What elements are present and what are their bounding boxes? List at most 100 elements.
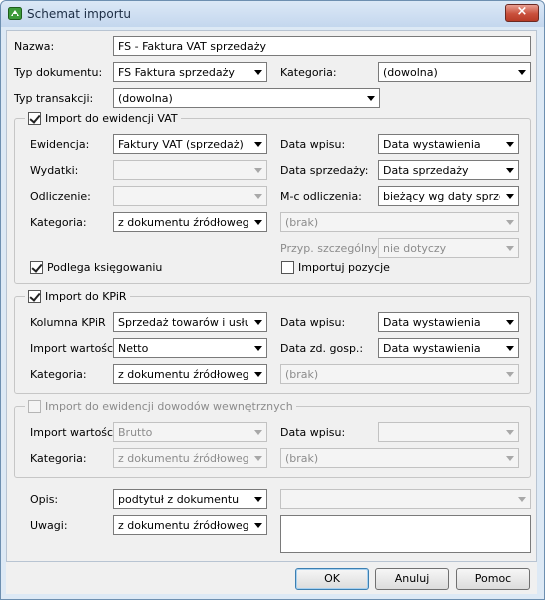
- title-bar[interactable]: Schemat importu ×: [1, 1, 544, 27]
- nazwa-value: FS - Faktura VAT sprzedaży: [118, 40, 267, 53]
- odliczenie-select[interactable]: [113, 186, 267, 206]
- data-zd-gosp-label: Data zd. gosp.:: [280, 342, 364, 355]
- ewidencja-label: Ewidencja:: [30, 138, 90, 151]
- vat-data-wpisu-label: Data wpisu:: [280, 138, 346, 151]
- kolumna-kpir-select[interactable]: Sprzedaż towarów i usług: [113, 312, 267, 332]
- vat-data-wpisu-value: Data wystawienia: [383, 138, 481, 151]
- typ-dokumentu-value: FS Faktura sprzedaży: [118, 66, 235, 79]
- dowody-kategoria-select[interactable]: z dokumentu źródłowego: [113, 448, 267, 468]
- nazwa-label: Nazwa:: [14, 40, 55, 53]
- kategoria-select[interactable]: (dowolna): [378, 62, 531, 82]
- kolumna-kpir-value: Sprzedaż towarów i usług: [118, 316, 248, 329]
- kpir-kategoria-value: z dokumentu źródłowego: [118, 368, 248, 381]
- chevron-down-icon: [254, 168, 262, 173]
- chevron-down-icon: [254, 194, 262, 199]
- kpir-import-wartosci-value: Netto: [118, 342, 149, 355]
- anuluj-button[interactable]: Anuluj: [375, 568, 449, 590]
- opis2-select[interactable]: [280, 489, 531, 509]
- kpir-data-wpisu-label: Data wpisu:: [280, 316, 346, 329]
- typ-transakcji-select[interactable]: (dowolna): [113, 88, 380, 108]
- importuj-pozycje-checkbox[interactable]: Importuj pozycje: [281, 261, 390, 274]
- vat-title-label: Import do ewidencji VAT: [45, 111, 178, 125]
- przyp-szczegolny-value: nie dotyczy: [383, 242, 447, 255]
- app-icon: [8, 7, 22, 20]
- kpir-kategoria2-value: (brak): [285, 368, 319, 381]
- kpir-data-wpisu-value: Data wystawienia: [383, 316, 481, 329]
- kpir-import-wartosci-select[interactable]: Netto: [113, 338, 267, 358]
- ewidencja-value: Faktury VAT (sprzedaż): [118, 138, 244, 151]
- kpir-kategoria-select[interactable]: z dokumentu źródłowego: [113, 364, 267, 384]
- chevron-down-icon: [254, 220, 262, 225]
- przyp-szczegolny-select[interactable]: nie dotyczy: [378, 238, 519, 258]
- dowody-kategoria-label: Kategoria:: [30, 452, 87, 465]
- dowody-kategoria2-value: (brak): [285, 452, 319, 465]
- dowody-group-title[interactable]: Import do ewidencji dowodów wewnętrznych: [25, 399, 296, 413]
- data-zd-gosp-select[interactable]: Data wystawienia: [378, 338, 519, 358]
- mc-odliczenia-label: M-c odliczenia:: [280, 190, 362, 203]
- kategoria-label: Kategoria:: [280, 66, 337, 79]
- kpir-group-title[interactable]: Import do KPiR: [25, 289, 130, 303]
- chevron-down-icon: [506, 430, 514, 435]
- uwagi-value: z dokumentu źródłowego: [118, 519, 248, 532]
- chevron-down-icon: [506, 372, 514, 377]
- mc-odliczenia-value: bieżący wg daty sprzedaży: [383, 190, 500, 203]
- chevron-down-icon: [367, 96, 375, 101]
- chevron-down-icon: [506, 194, 514, 199]
- importuj-pozycje-label: Importuj pozycje: [298, 261, 390, 274]
- nazwa-input[interactable]: FS - Faktura VAT sprzedaży: [113, 36, 531, 56]
- podlega-ksiegowaniu-checkbox[interactable]: Podlega księgowaniu: [30, 261, 162, 274]
- uwagi-label: Uwagi:: [30, 519, 68, 532]
- chevron-down-icon: [506, 320, 514, 325]
- chevron-down-icon: [506, 346, 514, 351]
- close-icon: ×: [516, 4, 528, 19]
- kpir-data-wpisu-select[interactable]: Data wystawienia: [378, 312, 519, 332]
- vat-kategoria2-value: (brak): [285, 216, 319, 229]
- data-sprzedazy-select[interactable]: Data sprzedaży: [378, 160, 519, 180]
- odliczenie-label: Odliczenie:: [30, 190, 91, 203]
- importuj-pozycje-box[interactable]: [281, 261, 294, 274]
- chevron-down-icon: [506, 246, 514, 251]
- pomoc-button[interactable]: Pomoc: [456, 568, 530, 590]
- wydatki-label: Wydatki:: [30, 164, 79, 177]
- vat-checkbox[interactable]: [28, 111, 41, 125]
- podlega-ksiegowaniu-box[interactable]: [30, 261, 43, 274]
- chevron-down-icon: [506, 142, 514, 147]
- chevron-down-icon: [254, 320, 262, 325]
- chevron-down-icon: [254, 497, 262, 502]
- chevron-down-icon: [518, 497, 526, 502]
- ewidencja-select[interactable]: Faktury VAT (sprzedaż): [113, 134, 267, 154]
- close-button[interactable]: ×: [505, 4, 539, 22]
- przyp-szczegolny-label: Przyp. szczególny:: [280, 242, 381, 255]
- vat-kategoria-value: z dokumentu źródłowego: [118, 216, 248, 229]
- chevron-down-icon: [254, 346, 262, 351]
- podlega-ksiegowaniu-label: Podlega księgowaniu: [47, 261, 163, 274]
- kpir-kategoria2-select[interactable]: (brak): [280, 364, 519, 384]
- opis-select[interactable]: podtytuł z dokumentu: [113, 489, 267, 509]
- dowody-kategoria-value: z dokumentu źródłowego: [118, 452, 248, 465]
- kpir-import-wartosci-label: Import wartości:: [30, 342, 120, 355]
- uwagi-textarea[interactable]: [280, 515, 531, 553]
- chevron-down-icon: [506, 456, 514, 461]
- mc-odliczenia-select[interactable]: bieżący wg daty sprzedaży: [378, 186, 519, 206]
- dowody-kategoria2-select[interactable]: (brak): [280, 448, 519, 468]
- chevron-down-icon: [254, 142, 262, 147]
- wydatki-select[interactable]: [113, 160, 267, 180]
- typ-transakcji-value: (dowolna): [118, 92, 173, 105]
- vat-kategoria-select[interactable]: z dokumentu źródłowego: [113, 212, 267, 232]
- ok-button[interactable]: OK: [295, 568, 369, 590]
- dowody-checkbox[interactable]: [28, 399, 41, 413]
- dowody-data-wpisu-select[interactable]: [378, 422, 519, 442]
- vat-data-wpisu-select[interactable]: Data wystawienia: [378, 134, 519, 154]
- dowody-import-wartosci-select[interactable]: Brutto: [113, 422, 267, 442]
- vat-kategoria2-select[interactable]: (brak): [280, 212, 519, 232]
- vat-kategoria-label: Kategoria:: [30, 216, 87, 229]
- dowody-title-label: Import do ewidencji dowodów wewnętrznych: [45, 399, 293, 413]
- uwagi-select[interactable]: z dokumentu źródłowego: [113, 515, 267, 535]
- kolumna-kpir-label: Kolumna KPiR: [30, 316, 106, 329]
- vat-group-title[interactable]: Import do ewidencji VAT: [25, 111, 181, 125]
- chevron-down-icon: [254, 523, 262, 528]
- chevron-down-icon: [254, 70, 262, 75]
- typ-dokumentu-select[interactable]: FS Faktura sprzedaży: [113, 62, 267, 82]
- typ-transakcji-label: Typ transakcji:: [14, 92, 94, 105]
- kpir-checkbox[interactable]: [28, 289, 41, 303]
